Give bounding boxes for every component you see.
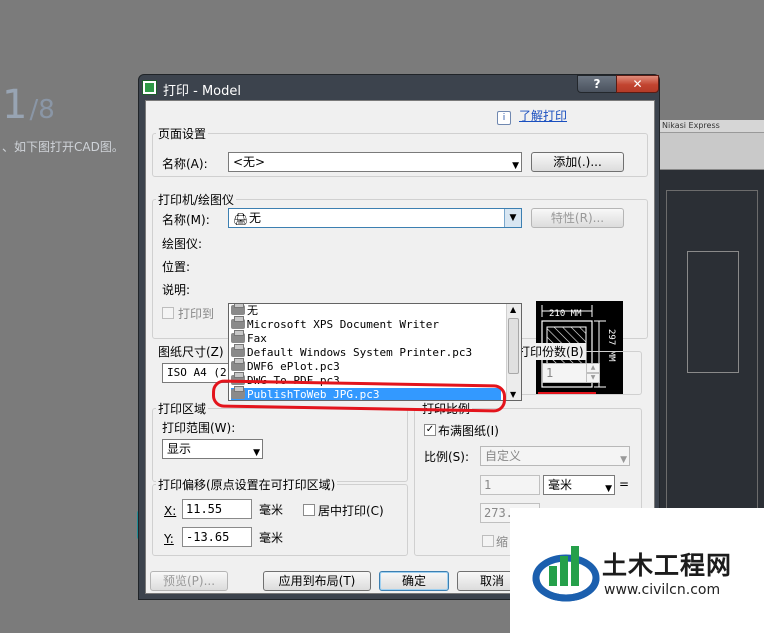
offset-x-input[interactable]: 11.55 — [182, 499, 252, 519]
plot-offset-title: 打印偏移(原点设置在可打印区域) — [156, 476, 338, 493]
background-cad-drawing — [666, 190, 758, 522]
red-highlight-annotation — [211, 379, 507, 413]
plotter-label: 绘图仪: — [162, 237, 203, 251]
dialog-title: 打印 - Model — [163, 84, 241, 99]
printer-group-title: 打印机/绘图仪 — [156, 191, 237, 208]
ok-button[interactable]: 确定 — [379, 571, 449, 591]
printer-icon: 🖨 — [233, 212, 249, 226]
scale-lineweights-checkbox[interactable] — [482, 535, 494, 547]
scale-label: 比例(S): — [424, 450, 470, 464]
page-setup-name-label: 名称(A): — [162, 157, 208, 171]
preview-button[interactable]: 预览(P)... — [150, 571, 228, 591]
printer-option[interactable]: Default Windows System Printer.pc3 — [231, 344, 472, 360]
chevron-down-icon: ▼ — [253, 448, 260, 458]
scale-select[interactable]: 自定义 ▼ — [480, 446, 630, 466]
offset-x-label: X: — [164, 504, 177, 518]
printer-name-value: 无 — [249, 211, 262, 225]
offset-x-unit: 毫米 — [259, 503, 284, 517]
background-cad-window: Nikasi Express — [655, 120, 764, 540]
fit-to-paper-label: 布满图纸(I) — [438, 424, 499, 438]
printer-icon — [231, 358, 245, 371]
scroll-down-icon[interactable]: ▼ — [510, 390, 516, 399]
watermark: 土木工程网 www.civilcn.com — [510, 508, 764, 633]
plot-range-label: 打印范围(W): — [162, 421, 236, 435]
scroll-up-icon[interactable]: ▲ — [510, 305, 516, 314]
printer-name-label: 名称(M): — [162, 213, 210, 227]
print-to-file-label: 打印到 — [178, 307, 215, 321]
dialog-titlebar[interactable]: 打印 - Model ? ✕ — [139, 75, 659, 100]
printer-icon — [231, 330, 245, 343]
offset-y-input[interactable]: -13.65 — [182, 527, 252, 547]
printer-properties-button[interactable]: 特性(R)... — [531, 208, 624, 228]
background-step-suffix: /8 — [29, 95, 55, 125]
copies-title: 打印份数(B) — [516, 343, 586, 360]
chevron-down-icon[interactable]: ▼ — [504, 209, 521, 227]
autocad-app-icon — [142, 80, 157, 95]
fit-to-paper-checkbox[interactable]: ✓ — [424, 424, 436, 436]
plot-range-value: 显示 — [167, 442, 192, 456]
scale-equals-sign: = — [619, 477, 630, 491]
preview-width-label: 210 MM — [549, 309, 582, 319]
printer-option[interactable]: DWF6 ePlot.pc3 — [231, 358, 340, 374]
printer-icon — [231, 316, 245, 329]
scale-unit-value: 毫米 — [548, 478, 573, 492]
page-setup-name-value: <无> — [233, 155, 266, 169]
dropdown-scrollbar[interactable]: ▲ ▼ — [506, 304, 521, 400]
scale-value: 自定义 — [485, 449, 522, 463]
printer-name-select[interactable]: 🖨 无 ▼ — [228, 208, 522, 228]
chevron-down-icon: ▼ — [620, 455, 627, 465]
spinner-down-icon[interactable]: ▼ — [586, 373, 600, 383]
plot-range-select[interactable]: 显示 ▼ — [162, 439, 263, 459]
chevron-down-icon: ▼ — [605, 484, 612, 494]
page-setup-name-select[interactable]: <无> ▼ — [228, 152, 522, 172]
scale-lineweights-label: 缩 — [496, 535, 509, 549]
info-icon: i — [497, 111, 511, 125]
offset-y-unit: 毫米 — [259, 531, 284, 545]
page-setup-title: 页面设置 — [156, 125, 209, 142]
printer-icon — [231, 304, 245, 315]
close-button[interactable]: ✕ — [616, 75, 659, 93]
help-button[interactable]: ? — [577, 75, 617, 93]
printer-option[interactable]: Microsoft XPS Document Writer — [231, 316, 439, 332]
scale-unit-select[interactable]: 毫米 ▼ — [543, 475, 615, 495]
print-to-file-checkbox[interactable] — [162, 307, 174, 319]
scrollbar-thumb[interactable] — [508, 318, 519, 374]
apply-to-layout-button[interactable]: 应用到布局(T) — [263, 571, 371, 591]
watermark-title: 土木工程网 — [602, 551, 733, 580]
center-plot-label: 居中打印(C) — [318, 504, 384, 518]
watermark-logo-icon — [532, 546, 600, 602]
copies-spinner[interactable]: ▲ ▼ — [586, 363, 600, 383]
chevron-down-icon: ▼ — [512, 161, 519, 171]
background-cad-toolbar: Nikasi Express — [656, 120, 764, 133]
background-article-text: 、如下图打开CAD图。 — [2, 140, 124, 154]
center-plot-checkbox[interactable] — [303, 504, 315, 516]
plot-area-title: 打印区域 — [156, 400, 209, 417]
description-label: 说明: — [162, 283, 191, 297]
learn-printing-link[interactable]: 了解打印 — [519, 107, 567, 124]
background-cad-ribbon — [656, 133, 764, 170]
location-label: 位置: — [162, 260, 191, 274]
background-step-number: 1/8 — [2, 82, 55, 128]
add-page-setup-button[interactable]: 添加(.)... — [531, 152, 624, 172]
watermark-url: www.civilcn.com — [604, 582, 721, 598]
scale-value1-input[interactable]: 1 — [480, 475, 540, 495]
spinner-up-icon[interactable]: ▲ — [586, 363, 600, 373]
paper-size-title: 图纸尺寸(Z) — [156, 343, 226, 360]
printer-icon — [231, 344, 245, 357]
offset-y-label: Y: — [164, 532, 174, 546]
